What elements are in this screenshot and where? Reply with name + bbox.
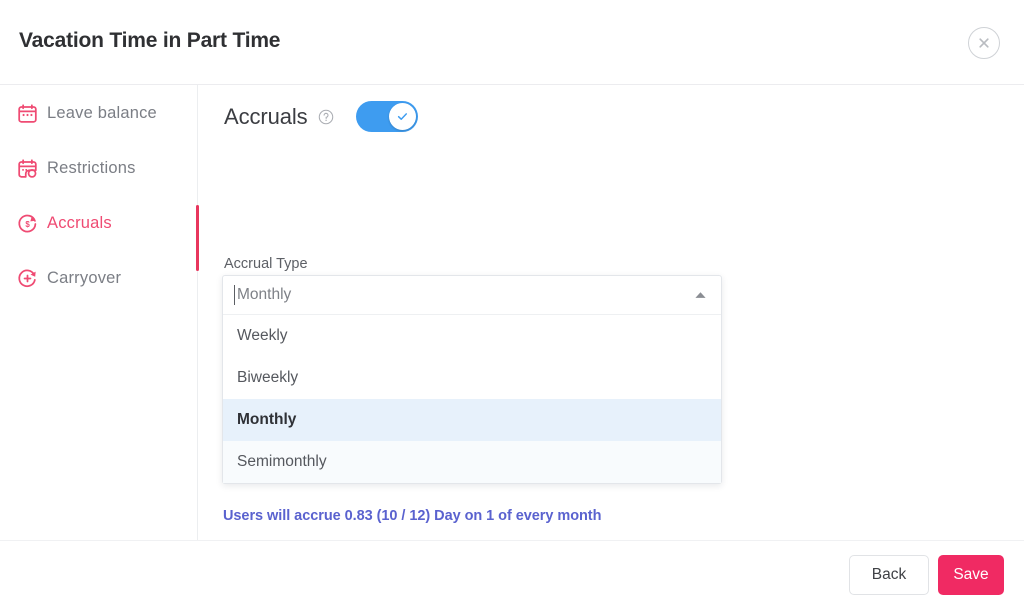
accrual-type-option[interactable]: Weekly (223, 315, 721, 357)
calendar-icon (18, 104, 37, 123)
chevron-up-icon[interactable] (694, 291, 707, 300)
accrual-type-select[interactable]: Monthly Weekly Biweekly Monthly Semimont… (222, 275, 722, 484)
sidebar-item-accruals[interactable]: $ Accruals (17, 213, 112, 234)
sidebar-item-carryover[interactable]: Carryover (17, 268, 121, 289)
page-title: Vacation Time in Part Time (19, 29, 281, 52)
accrual-type-option-selected[interactable]: Monthly (223, 399, 721, 441)
svg-text:$: $ (25, 220, 30, 229)
accrual-type-value: Monthly (237, 286, 292, 303)
accruals-header: Accruals (224, 101, 418, 132)
check-icon (397, 113, 407, 120)
sidebar: Leave balance Restrictions $ Accruals Ca… (0, 85, 199, 540)
text-cursor (234, 285, 235, 305)
modal-footer: Back Save (0, 540, 1024, 610)
accruals-toggle[interactable] (355, 101, 418, 132)
save-button[interactable]: Save (938, 555, 1004, 595)
content-panel: Accruals Accrual Type Next accr (198, 85, 1024, 540)
back-button[interactable]: Back (849, 555, 929, 595)
refresh-plus-icon (18, 269, 36, 288)
modal-header: Vacation Time in Part Time (0, 0, 1024, 85)
accrual-type-input[interactable]: Monthly (223, 276, 721, 315)
accrual-type-label: Accrual Type (224, 256, 308, 272)
help-circle-icon[interactable] (318, 109, 334, 125)
sidebar-item-label: Leave balance (47, 104, 157, 122)
accrual-summary-message: Users will accrue 0.83 (10 / 12) Day on … (223, 508, 602, 524)
close-icon[interactable] (968, 27, 1000, 59)
close-glyph (979, 38, 989, 48)
section-title: Accruals (224, 103, 308, 129)
accrual-type-option[interactable]: Semimonthly (223, 441, 721, 483)
toggle-knob (388, 103, 416, 130)
sidebar-item-restrictions[interactable]: Restrictions (17, 158, 136, 179)
clock-refresh-icon: $ (18, 214, 37, 233)
modal-body: Leave balance Restrictions $ Accruals Ca… (0, 85, 1024, 540)
sidebar-item-label: Carryover (47, 269, 122, 287)
vacation-time-modal: Vacation Time in Part Time Leave balance (0, 0, 1024, 610)
calendar-block-icon (18, 159, 37, 178)
option-label: Weekly (237, 327, 288, 344)
option-label: Monthly (237, 411, 297, 428)
option-label: Biweekly (237, 369, 299, 386)
sidebar-item-label: Accruals (47, 214, 112, 232)
sidebar-item-leave-balance[interactable]: Leave balance (17, 103, 157, 124)
sidebar-item-label: Restrictions (47, 159, 136, 177)
option-label: Semimonthly (237, 453, 327, 470)
accrual-type-option[interactable]: Biweekly (223, 357, 721, 399)
